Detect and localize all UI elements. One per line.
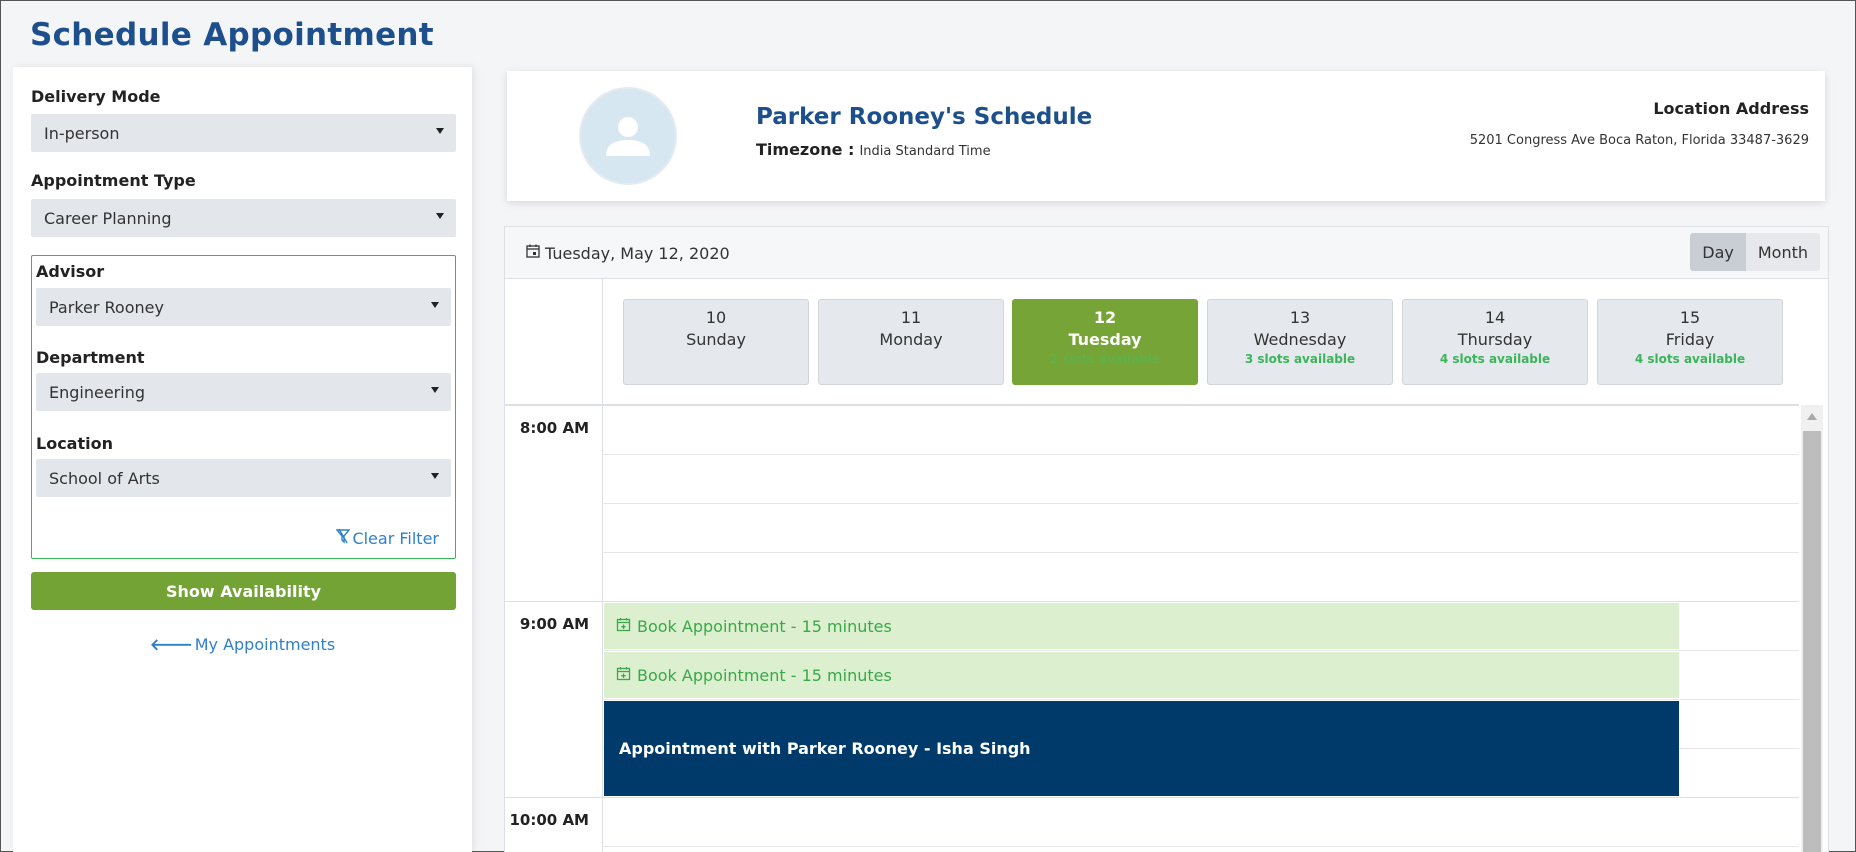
calendar-plus-icon	[616, 666, 631, 685]
day-view-button[interactable]: Day	[1690, 233, 1746, 271]
scroll-thumb[interactable]	[1803, 431, 1821, 852]
current-date-label: Tuesday, May 12, 2020	[545, 243, 730, 263]
location-address-label: Location Address	[1653, 99, 1809, 118]
appointment-type-label: Appointment Type	[31, 171, 196, 190]
advisor-header-card: Parker Rooney's Schedule Timezone : India…	[507, 71, 1825, 201]
chevron-down-icon	[436, 213, 444, 219]
day-name: Friday	[1665, 330, 1715, 349]
department-value: Engineering	[49, 382, 145, 402]
day-number: 15	[1679, 308, 1701, 327]
day-name: Monday	[879, 330, 943, 349]
arrow-left-icon: 🡐	[149, 635, 193, 654]
clear-filter-label: Clear Filter	[352, 528, 439, 548]
my-appointments-link[interactable]: 🡐 My Appointments	[13, 634, 472, 654]
app-window: Schedule Appointment Delivery Mode In-pe…	[0, 0, 1856, 852]
filter-panel: Delivery Mode In-person Appointment Type…	[13, 67, 472, 852]
page-title: Schedule Appointment	[30, 17, 434, 53]
location-select[interactable]: School of Arts	[36, 459, 451, 497]
day-name: Tuesday	[1068, 330, 1142, 349]
department-label: Department	[36, 348, 145, 367]
scroll-up-arrow-icon[interactable]	[1807, 413, 1817, 420]
timezone-label: Timezone :	[756, 140, 855, 159]
advisor-filter-group: Advisor Parker Rooney Department Enginee…	[31, 255, 456, 559]
chevron-down-icon	[431, 473, 439, 479]
day-name: Wednesday	[1253, 330, 1347, 349]
time-label-8am: 8:00 AM	[519, 419, 589, 437]
day-card-10[interactable]: 10 Sunday	[623, 299, 809, 385]
quarter-line	[602, 846, 1799, 847]
quarter-line	[602, 552, 1799, 553]
time-label-10am: 10:00 AM	[509, 811, 589, 829]
day-number: 13	[1289, 308, 1311, 327]
advisor-select[interactable]: Parker Rooney	[36, 288, 451, 326]
day-strip: 10 Sunday 11 Monday 12 Tuesday 2 slots a…	[505, 279, 1799, 405]
day-card-15[interactable]: 15 Friday 4 slots available	[1597, 299, 1783, 385]
calendar-toolbar: Tuesday, May 12, 2020 Day Month	[505, 227, 1828, 279]
schedule-title: Parker Rooney's Schedule	[756, 104, 1093, 130]
day-slots: 4 slots available	[1634, 352, 1746, 366]
day-card-13[interactable]: 13 Wednesday 3 slots available	[1207, 299, 1393, 385]
user-avatar-icon	[579, 87, 677, 185]
clear-filter-link[interactable]: Clear Filter	[335, 528, 439, 548]
month-view-button[interactable]: Month	[1745, 233, 1820, 271]
filter-clear-icon	[335, 528, 351, 548]
time-grid: 8:00 AM 9:00 AM 10:00 AM Book Appointmen…	[505, 405, 1799, 852]
hour-line	[505, 601, 1799, 602]
book-slot-1[interactable]: Book Appointment - 15 minutes	[604, 603, 1679, 649]
hour-line	[505, 797, 1799, 798]
advisor-label: Advisor	[36, 262, 105, 281]
quarter-line	[602, 699, 1799, 700]
show-availability-button[interactable]: Show Availability	[31, 572, 456, 610]
quarter-line	[602, 650, 1799, 651]
timezone-info: Timezone : India Standard Time	[756, 140, 991, 159]
calendar-scrollbar[interactable]	[1801, 405, 1823, 852]
quarter-line	[602, 454, 1799, 455]
quarter-line	[602, 503, 1799, 504]
appointment-type-value: Career Planning	[44, 208, 172, 228]
time-label-9am: 9:00 AM	[519, 615, 589, 633]
chevron-down-icon	[431, 387, 439, 393]
book-slot-2[interactable]: Book Appointment - 15 minutes	[604, 652, 1679, 698]
chevron-down-icon	[436, 128, 444, 134]
calendar-icon	[525, 243, 541, 263]
day-name: Thursday	[1457, 330, 1533, 349]
appointment-block[interactable]: Appointment with Parker Rooney - Isha Si…	[604, 701, 1679, 796]
day-number: 11	[900, 308, 922, 327]
day-slots: 3 slots available	[1244, 352, 1356, 366]
location-value: School of Arts	[49, 468, 160, 488]
day-slots: 4 slots available	[1439, 352, 1551, 366]
book-slot-label: Book Appointment - 15 minutes	[637, 616, 892, 636]
day-card-12[interactable]: 12 Tuesday 2 slots available	[1012, 299, 1198, 385]
day-number: 10	[705, 308, 727, 327]
delivery-mode-select[interactable]: In-person	[31, 114, 456, 152]
day-card-11[interactable]: 11 Monday	[818, 299, 1004, 385]
view-toggle: Day Month	[1690, 233, 1820, 271]
location-address-value: 5201 Congress Ave Boca Raton, Florida 33…	[1469, 133, 1809, 148]
hour-line	[505, 405, 1799, 406]
day-number: 14	[1484, 308, 1506, 327]
appointment-type-select[interactable]: Career Planning	[31, 199, 456, 237]
advisor-value: Parker Rooney	[49, 297, 164, 317]
location-label: Location	[36, 434, 113, 453]
day-card-14[interactable]: 14 Thursday 4 slots available	[1402, 299, 1588, 385]
delivery-mode-label: Delivery Mode	[31, 87, 161, 106]
calendar-plus-icon	[616, 617, 631, 636]
day-number: 12	[1093, 308, 1117, 327]
day-name: Sunday	[686, 330, 746, 349]
calendar: Tuesday, May 12, 2020 Day Month 10 Sunda…	[504, 226, 1829, 852]
delivery-mode-value: In-person	[44, 123, 120, 143]
book-slot-label: Book Appointment - 15 minutes	[637, 665, 892, 685]
department-select[interactable]: Engineering	[36, 373, 451, 411]
timezone-value: India Standard Time	[859, 144, 991, 159]
chevron-down-icon	[431, 302, 439, 308]
my-appointments-label: My Appointments	[194, 635, 336, 654]
appointment-label: Appointment with Parker Rooney - Isha Si…	[619, 739, 1031, 758]
current-date: Tuesday, May 12, 2020	[525, 243, 730, 263]
day-slots: 2 slots available	[1049, 352, 1161, 366]
